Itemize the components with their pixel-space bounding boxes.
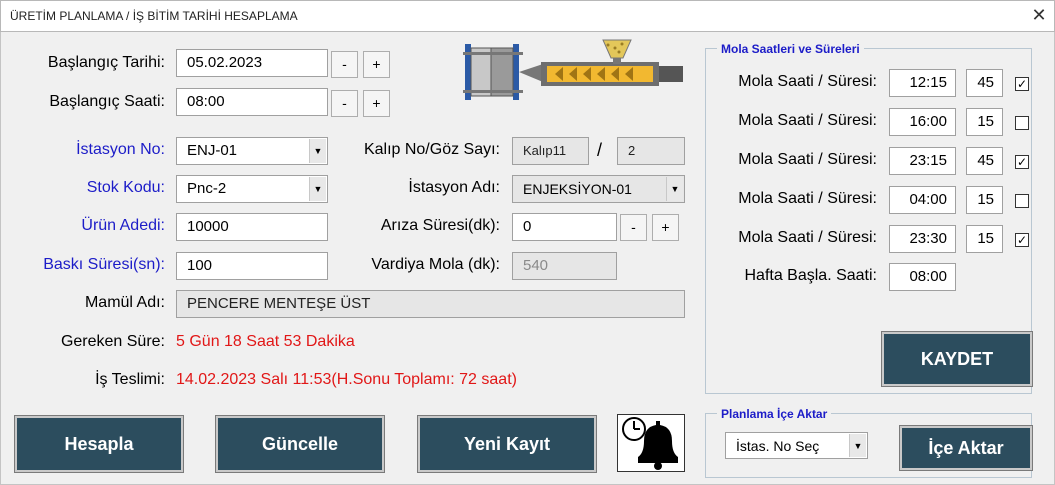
chevron-down-icon[interactable]: ▼ xyxy=(309,177,326,201)
fault-time-input[interactable]: 0 xyxy=(512,213,617,241)
save-button[interactable]: KAYDET xyxy=(881,331,1033,387)
new-record-button[interactable]: Yeni Kayıt xyxy=(417,415,597,473)
fault-time-decrement-button[interactable]: - xyxy=(620,214,647,241)
stock-code-value: Pnc-2 xyxy=(187,180,227,197)
break-row-label: Mola Saati / Süresi: xyxy=(738,151,877,168)
fault-time-increment-button[interactable]: + xyxy=(652,214,679,241)
break-row-label: Mola Saati / Süresi: xyxy=(738,73,877,90)
mold-separator: / xyxy=(597,140,603,160)
break-time-input[interactable]: 04:00 xyxy=(889,186,956,214)
break-enabled-checkbox[interactable] xyxy=(1015,194,1029,208)
break-duration-input[interactable]: 15 xyxy=(966,186,1003,214)
break-duration-input[interactable]: 15 xyxy=(966,108,1003,136)
break-time-input[interactable]: 23:15 xyxy=(889,147,956,175)
import-button[interactable]: İçe Aktar xyxy=(899,425,1033,471)
station-no-select[interactable]: ENJ-01 ▼ xyxy=(176,137,328,165)
break-duration-input[interactable]: 45 xyxy=(966,69,1003,97)
station-no-value: ENJ-01 xyxy=(187,142,238,159)
station-no-label: İstasyon No: xyxy=(76,141,165,158)
break-row-label: Mola Saati / Süresi: xyxy=(738,229,877,246)
break-time-input[interactable]: 23:30 xyxy=(889,225,956,253)
break-enabled-checkbox[interactable]: ✓ xyxy=(1015,233,1029,247)
chevron-down-icon[interactable]: ▼ xyxy=(849,434,866,457)
chevron-down-icon[interactable]: ▼ xyxy=(666,177,683,201)
station-name-label: İstasyon Adı: xyxy=(408,179,500,196)
cavity-count-field: 2 xyxy=(617,137,685,165)
break-duration-input[interactable]: 15 xyxy=(966,225,1003,253)
press-time-label: Baskı Süresi(sn): xyxy=(43,256,165,273)
product-name-field: PENCERE MENTEŞE ÜST xyxy=(176,290,685,318)
calculate-button[interactable]: Hesapla xyxy=(14,415,184,473)
delivery-value: 14.02.2023 Salı 11:53(H.Sonu Toplamı: 72… xyxy=(176,371,517,388)
required-time-value: 5 Gün 18 Saat 53 Dakika xyxy=(176,333,355,350)
start-time-decrement-button[interactable]: - xyxy=(331,90,358,117)
break-enabled-checkbox[interactable]: ✓ xyxy=(1015,77,1029,91)
start-time-increment-button[interactable]: + xyxy=(363,90,390,117)
start-date-input[interactable]: 05.02.2023 xyxy=(176,49,328,77)
week-start-label: Hafta Başla. Saati: xyxy=(744,267,877,284)
update-button[interactable]: Güncelle xyxy=(215,415,385,473)
close-icon[interactable]: ✕ xyxy=(1029,4,1049,26)
press-time-input[interactable]: 100 xyxy=(176,252,328,280)
shift-break-label: Vardiya Mola (dk): xyxy=(371,256,500,273)
product-name-label: Mamül Adı: xyxy=(84,294,165,311)
product-qty-label: Ürün Adedi: xyxy=(81,217,165,234)
start-time-input[interactable]: 08:00 xyxy=(176,88,328,116)
break-schedule-title: Mola Saatleri ve Süreleri xyxy=(717,42,864,56)
window-title: ÜRETİM PLANLAMA / İŞ BİTİM TARİHİ HESAPL… xyxy=(10,9,298,23)
break-enabled-checkbox[interactable] xyxy=(1015,116,1029,130)
station-name-select[interactable]: ENJEKSİYON-01 ▼ xyxy=(512,175,685,203)
chevron-down-icon[interactable]: ▼ xyxy=(309,139,326,163)
break-row-label: Mola Saati / Süresi: xyxy=(738,190,877,207)
start-time-label: Başlangıç Saati: xyxy=(49,93,165,110)
mold-no-field: Kalıp11 xyxy=(512,137,589,165)
start-date-increment-button[interactable]: + xyxy=(363,51,390,78)
stock-code-label: Stok Kodu: xyxy=(86,179,165,196)
break-duration-input[interactable]: 45 xyxy=(966,147,1003,175)
shift-break-field: 540 xyxy=(512,252,617,280)
fault-time-label: Arıza Süresi(dk): xyxy=(380,217,500,234)
required-time-label: Gereken Süre: xyxy=(60,333,165,350)
break-row-label: Mola Saati / Süresi: xyxy=(738,112,877,129)
import-group-title: Planlama İçe Aktar xyxy=(717,407,832,421)
week-start-input[interactable]: 08:00 xyxy=(889,263,956,291)
mold-label: Kalıp No/Göz Sayı: xyxy=(363,141,500,158)
break-time-input[interactable]: 16:00 xyxy=(889,108,956,136)
alarm-bell-icon xyxy=(622,417,678,470)
product-qty-input[interactable]: 10000 xyxy=(176,213,328,241)
alarm-button[interactable] xyxy=(617,414,685,472)
delivery-label: İş Teslimi: xyxy=(95,371,165,388)
injection-machine-icon xyxy=(463,39,683,100)
start-date-label: Başlangıç Tarihi: xyxy=(47,54,165,71)
station-name-value: ENJEKSİYON-01 xyxy=(523,181,632,197)
break-enabled-checkbox[interactable]: ✓ xyxy=(1015,155,1029,169)
import-station-value: İstas. No Seç xyxy=(736,438,820,454)
import-station-select[interactable]: İstas. No Seç ▼ xyxy=(725,432,868,459)
break-time-input[interactable]: 12:15 xyxy=(889,69,956,97)
stock-code-select[interactable]: Pnc-2 ▼ xyxy=(176,175,328,203)
start-date-decrement-button[interactable]: - xyxy=(331,51,358,78)
